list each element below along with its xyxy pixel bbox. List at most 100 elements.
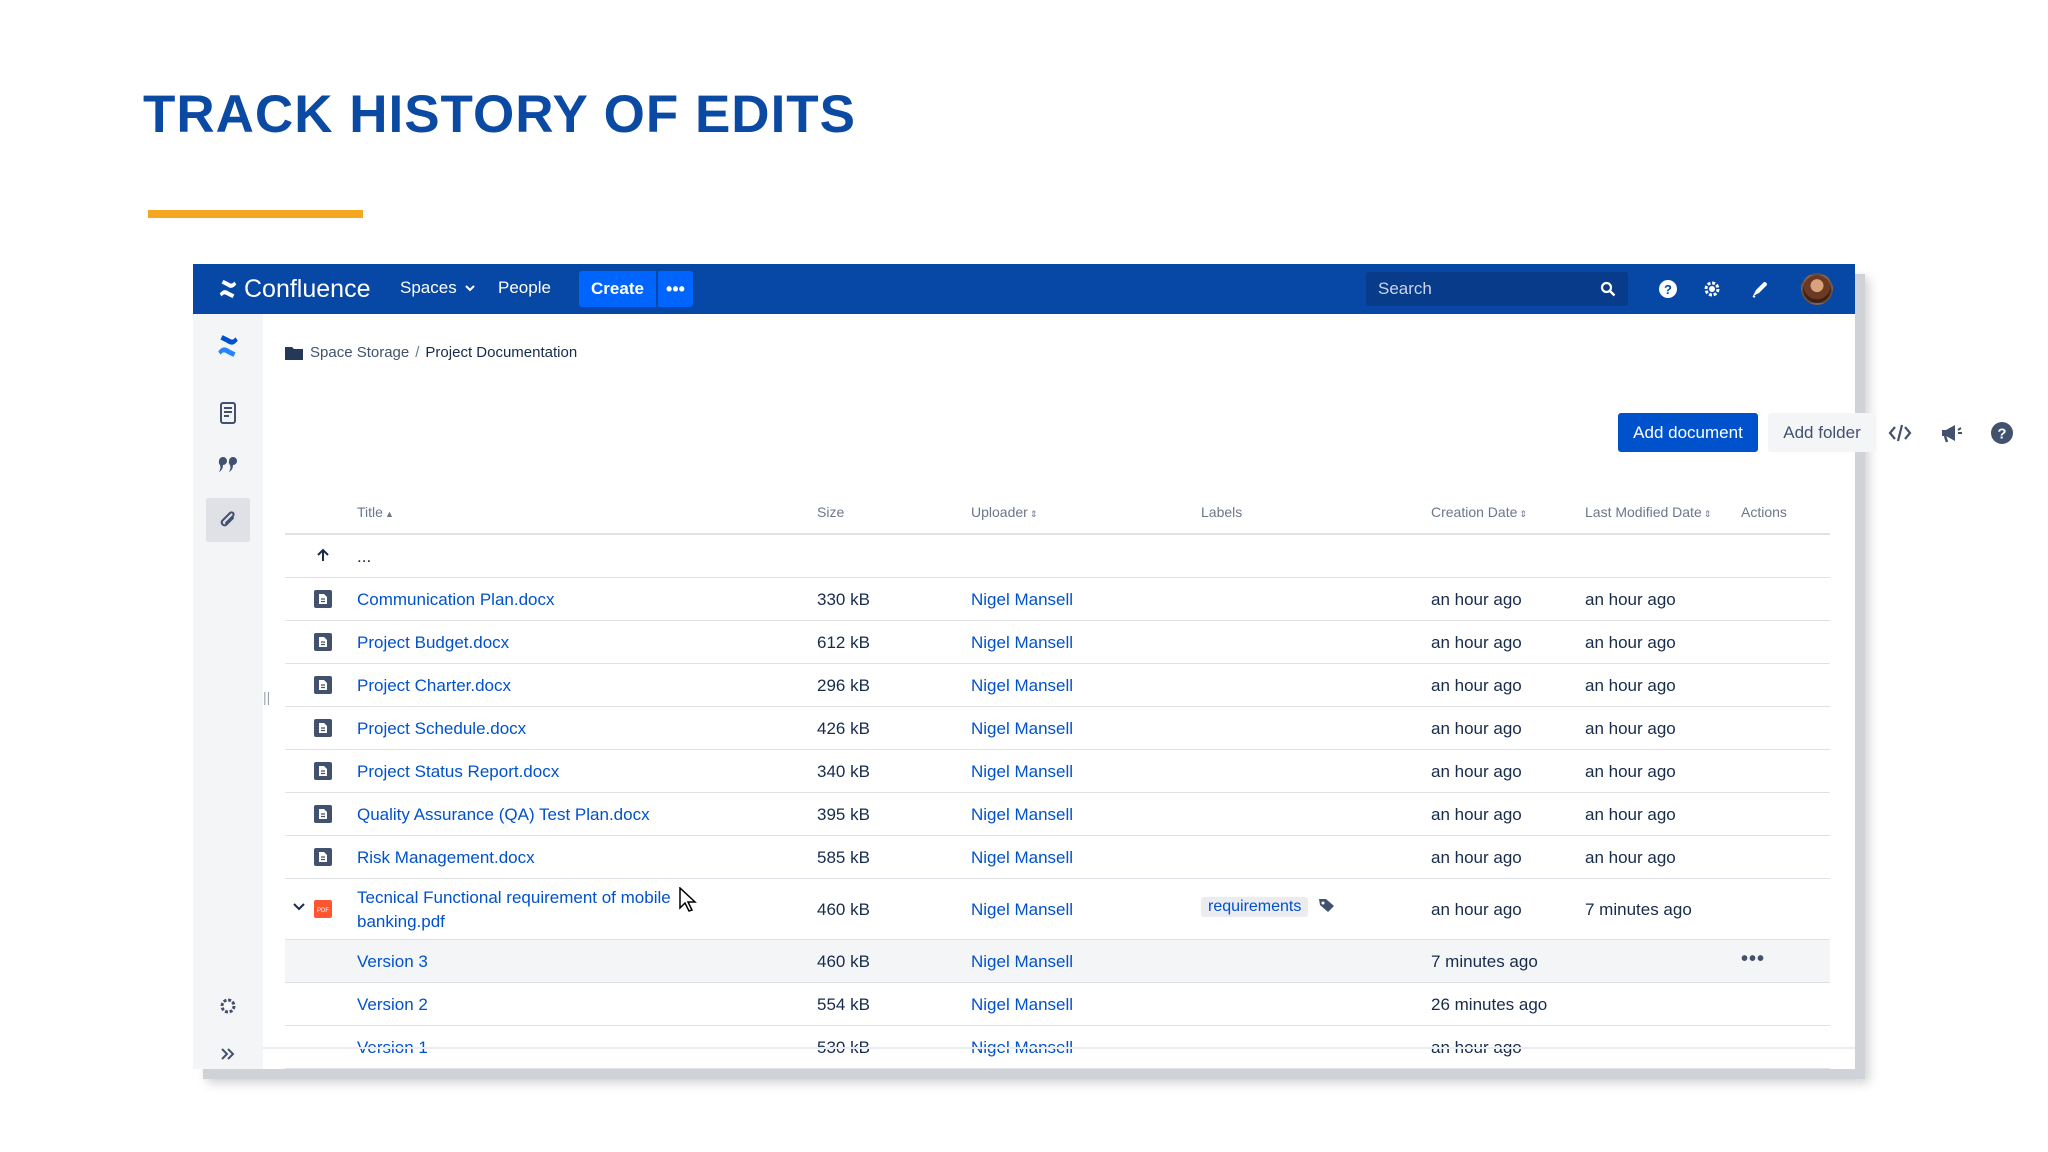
nav-spaces[interactable]: Spaces — [400, 278, 475, 298]
space-sidebar — [193, 314, 263, 1069]
creation-date: an hour ago — [1431, 719, 1522, 738]
svg-text:PDF: PDF — [317, 908, 329, 914]
nav-people[interactable]: People — [498, 278, 551, 298]
parent-folder-link[interactable]: ... — [357, 547, 371, 567]
version-size: 554 kB — [817, 995, 870, 1014]
version-link[interactable]: Version 2 — [357, 995, 428, 1015]
column-size: Size — [817, 504, 845, 520]
notifications-icon[interactable] — [1748, 277, 1772, 301]
version-row: Version 3 460 kB Nigel Mansell 7 minutes… — [285, 940, 1830, 983]
version-date: 7 minutes ago — [1431, 952, 1538, 971]
more-actions-button[interactable]: ••• — [1741, 948, 1765, 971]
announcement-icon[interactable] — [1937, 419, 1965, 447]
uploader-link[interactable]: Nigel Mansell — [971, 848, 1073, 868]
parent-folder-row[interactable]: ... — [285, 535, 1830, 578]
column-last-modified[interactable]: Last Modified Date ⇕ — [1585, 504, 1711, 520]
document-file-icon — [314, 805, 332, 823]
confluence-window: Confluence Spaces People Create ••• ? — [193, 264, 2013, 1069]
attachments-icon[interactable] — [206, 498, 250, 542]
more-create-button[interactable]: ••• — [658, 271, 693, 307]
column-title[interactable]: Title ▲ — [357, 504, 394, 520]
version-row: Version 2 554 kB Nigel Mansell 26 minute… — [285, 983, 1830, 1026]
confluence-home-link[interactable]: Confluence — [217, 274, 370, 304]
version-size: 460 kB — [817, 952, 870, 971]
mouse-pointer-icon — [679, 887, 697, 912]
table-row: Project Status Report.docx 340 kB Nigel Ma… — [285, 750, 1830, 793]
attachments-table: Title ▲ Size Uploader ⇕ Labels Creation Da… — [285, 489, 1830, 1069]
uploader-link[interactable]: Nigel Mansell — [971, 805, 1073, 825]
pages-icon[interactable] — [206, 391, 250, 435]
expand-sidebar-icon[interactable] — [206, 1032, 250, 1076]
creation-date: an hour ago — [1431, 848, 1522, 867]
document-file-icon — [314, 848, 332, 866]
help-icon[interactable]: ? — [1988, 419, 2016, 447]
table-row: Communication Plan.docx 330 kB Nigel Manse… — [285, 578, 1830, 621]
last-modified-date: an hour ago — [1585, 676, 1676, 695]
file-title-link[interactable]: Quality Assurance (QA) Test Plan.docx — [357, 805, 650, 825]
arrow-up-icon — [317, 548, 329, 561]
file-title-link[interactable]: Project Status Report.docx — [357, 762, 559, 782]
uploader-link[interactable]: Nigel Mansell — [971, 952, 1073, 972]
last-modified-date: an hour ago — [1585, 762, 1676, 781]
uploader-link[interactable]: Nigel Mansell — [971, 590, 1073, 610]
last-modified-date: an hour ago — [1585, 719, 1676, 738]
uploader-link[interactable]: Nigel Mansell — [971, 762, 1073, 782]
sidebar-resize-handle[interactable]: || — [263, 689, 271, 709]
content-bottom-divider — [263, 1047, 1855, 1049]
search-icon[interactable] — [1600, 281, 1616, 297]
document-file-icon — [314, 633, 332, 651]
add-folder-button[interactable]: Add folder — [1768, 413, 1876, 452]
creation-date: an hour ago — [1431, 762, 1522, 781]
table-row: Project Budget.docx 612 kB Nigel Mansell an… — [285, 621, 1830, 664]
slide-title: TRACK HISTORY OF EDITS — [143, 85, 857, 144]
breadcrumb-space[interactable]: Space Storage — [310, 344, 409, 361]
breadcrumb-separator: / — [415, 344, 420, 361]
document-file-icon — [314, 590, 332, 608]
settings-icon[interactable] — [1700, 277, 1724, 301]
embed-code-icon[interactable] — [1886, 419, 1914, 447]
last-modified-date: an hour ago — [1585, 590, 1676, 609]
last-modified-date: an hour ago — [1585, 805, 1676, 824]
add-document-button[interactable]: Add document — [1618, 413, 1758, 452]
uploader-link[interactable]: Nigel Mansell — [971, 676, 1073, 696]
uploader-link[interactable]: Nigel Mansell — [971, 633, 1073, 653]
file-title-link[interactable]: Project Charter.docx — [357, 676, 511, 696]
breadcrumb: Space Storage / Project Documentation — [285, 344, 577, 361]
file-title-link[interactable]: Tecnical Functional requirement of mobil… — [357, 886, 697, 934]
avatar[interactable] — [1801, 273, 1833, 305]
create-button[interactable]: Create — [579, 271, 656, 307]
svg-text:?: ? — [1997, 426, 2006, 443]
column-creation-date[interactable]: Creation Date ⇕ — [1431, 504, 1527, 520]
column-uploader[interactable]: Uploader ⇕ — [971, 504, 1037, 520]
table-row: Project Charter.docx 296 kB Nigel Mansell a… — [285, 664, 1830, 707]
document-file-icon — [314, 676, 332, 694]
search-input[interactable] — [1378, 279, 1588, 299]
search-field[interactable] — [1366, 272, 1628, 306]
file-size: 426 kB — [817, 719, 870, 738]
file-title-link[interactable]: Project Budget.docx — [357, 633, 509, 653]
label-tag[interactable]: requirements — [1201, 897, 1309, 917]
file-title-link[interactable]: Communication Plan.docx — [357, 590, 554, 610]
creation-date: an hour ago — [1431, 900, 1522, 919]
blog-quote-icon[interactable] — [206, 444, 250, 488]
document-file-icon — [314, 719, 332, 737]
file-size: 395 kB — [817, 805, 870, 824]
uploader-link[interactable]: Nigel Mansell — [971, 719, 1073, 739]
confluence-logo-icon[interactable] — [206, 324, 250, 368]
uploader-link[interactable]: Nigel Mansell — [971, 900, 1073, 920]
file-size: 330 kB — [817, 590, 870, 609]
brand-name: Confluence — [244, 274, 371, 303]
help-icon[interactable]: ? — [1656, 277, 1680, 301]
uploader-link[interactable]: Nigel Mansell — [971, 995, 1073, 1015]
chevron-down-icon[interactable] — [292, 900, 306, 914]
column-actions: Actions — [1741, 504, 1787, 520]
file-size: 585 kB — [817, 848, 870, 867]
file-title-link[interactable]: Project Schedule.docx — [357, 719, 526, 739]
settings-icon[interactable] — [206, 984, 250, 1028]
creation-date: an hour ago — [1431, 633, 1522, 652]
tag-icon[interactable] — [1318, 898, 1335, 913]
file-title-link[interactable]: Risk Management.docx — [357, 848, 535, 868]
version-link[interactable]: Version 3 — [357, 952, 428, 972]
labels-cell: requirements — [1201, 896, 1335, 917]
breadcrumb-current[interactable]: Project Documentation — [425, 344, 577, 361]
